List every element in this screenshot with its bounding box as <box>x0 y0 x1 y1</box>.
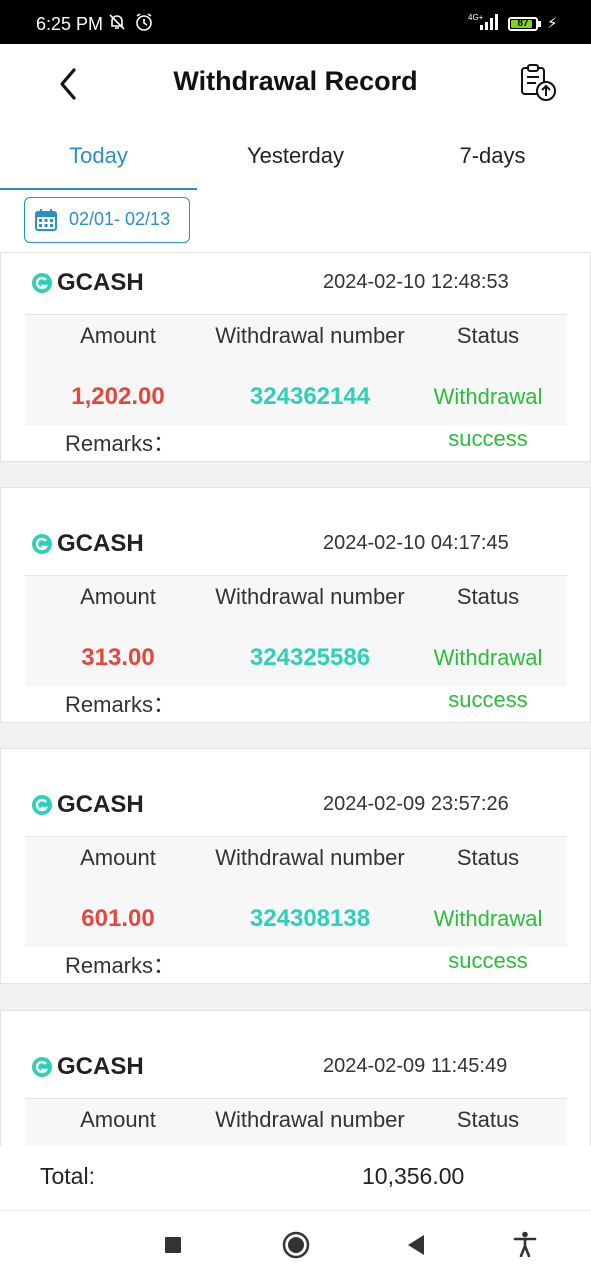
export-record-button[interactable] <box>518 62 560 104</box>
recents-square-icon <box>165 1237 181 1253</box>
amount-header: Amount <box>80 1107 156 1132</box>
battery-icon: 87 <box>508 17 538 31</box>
withdrawal-number-value: 324308138 <box>249 905 371 932</box>
status-header: Status <box>456 323 520 348</box>
status-header: Status <box>456 584 520 609</box>
payment-method: GCASH <box>57 530 144 557</box>
gcash-logo-icon <box>32 1057 52 1077</box>
bell-off-icon <box>107 12 127 37</box>
record-card: GCASH 2024-02-10 12:48:53 Amount Withdra… <box>0 252 591 462</box>
record-details: Amount Withdrawal number Status <box>25 1098 567 1146</box>
charging-bolt-icon: ⚡ <box>547 15 558 32</box>
period-tabs: Today Yesterday 7-days <box>0 122 591 191</box>
status-value: Withdrawal <box>433 906 543 931</box>
withdrawal-number-header: Withdrawal number <box>215 1107 405 1132</box>
remarks-label: Remarks： <box>65 692 176 717</box>
clipboard-upload-icon <box>521 64 556 101</box>
status-header: Status <box>456 845 520 870</box>
date-filter-bar: 02/01- 02/13 <box>0 190 591 252</box>
withdrawal-number-value: 324325586 <box>249 644 371 671</box>
accessibility-icon <box>513 1231 537 1258</box>
total-value: 10,356.00 <box>362 1163 465 1189</box>
total-label: Total: <box>40 1163 95 1189</box>
home-button[interactable] <box>282 1231 310 1264</box>
status-value-line2: success <box>448 687 528 712</box>
status-value: Withdrawal <box>433 384 543 409</box>
date-range-button[interactable]: 02/01- 02/13 <box>24 197 190 243</box>
withdrawal-number-header: Withdrawal number <box>215 845 405 870</box>
record-datetime: 2024-02-09 23:57:26 <box>323 793 509 815</box>
status-value: Withdrawal <box>433 645 543 670</box>
system-nav-bar <box>0 1210 591 1281</box>
accessibility-button[interactable] <box>513 1231 537 1262</box>
alarm-icon <box>134 12 154 37</box>
battery-level: 87 <box>517 18 529 29</box>
record-details: Amount Withdrawal number Status 601.00 3… <box>25 836 567 947</box>
status-bar: 6:25 PM 4G+ 87 ⚡ <box>0 0 591 44</box>
status-value-line2: success <box>448 426 528 451</box>
status-header: Status <box>456 1107 520 1132</box>
withdrawal-records-list[interactable]: GCASH 2024-02-10 12:48:53 Amount Withdra… <box>0 252 591 1146</box>
payment-method: GCASH <box>57 791 144 818</box>
tab-7-days[interactable]: 7-days <box>394 122 591 190</box>
remarks-label: Remarks： <box>65 431 176 456</box>
withdrawal-number-value: 324362144 <box>249 383 371 410</box>
page-title: Withdrawal Record <box>173 66 418 96</box>
amount-header: Amount <box>80 584 156 609</box>
withdrawal-number-header: Withdrawal number <box>215 323 405 348</box>
total-bar: Total: 10,356.00 <box>0 1146 591 1210</box>
gcash-logo-icon <box>32 534 52 554</box>
gcash-logo-icon <box>32 273 52 293</box>
amount-value: 313.00 <box>81 644 155 671</box>
record-details: Amount Withdrawal number Status 1,202.00… <box>25 314 567 425</box>
recents-button[interactable] <box>164 1236 182 1259</box>
remarks-label: Remarks： <box>65 953 176 978</box>
amount-header: Amount <box>80 323 156 348</box>
record-card: GCASH 2024-02-09 11:45:49 Amount Withdra… <box>0 1010 591 1146</box>
app-header: Withdrawal Record <box>0 44 591 122</box>
record-datetime: 2024-02-09 11:45:49 <box>323 1055 508 1077</box>
status-time: 6:25 PM <box>36 14 104 34</box>
status-value-line2: success <box>448 948 528 973</box>
date-range-label: 02/01- 02/13 <box>69 209 171 229</box>
home-circle-icon <box>282 1231 310 1259</box>
record-datetime: 2024-02-10 12:48:53 <box>323 271 509 293</box>
tab-today[interactable]: Today <box>0 122 197 190</box>
withdrawal-number-header: Withdrawal number <box>215 584 405 609</box>
back-triangle-icon <box>408 1235 424 1255</box>
calendar-icon <box>35 209 57 231</box>
payment-method: GCASH <box>57 1053 144 1080</box>
record-datetime: 2024-02-10 04:17:45 <box>323 532 509 554</box>
record-card: GCASH 2024-02-10 04:17:45 Amount Withdra… <box>0 487 591 723</box>
record-card: GCASH 2024-02-09 23:57:26 Amount Withdra… <box>0 748 591 984</box>
gcash-logo-icon <box>32 795 52 815</box>
back-nav-button[interactable] <box>406 1234 426 1261</box>
record-details: Amount Withdrawal number Status 313.00 3… <box>25 575 567 686</box>
battery-cap <box>538 21 541 27</box>
amount-value: 1,202.00 <box>71 383 165 410</box>
amount-value: 601.00 <box>81 905 155 932</box>
amount-header: Amount <box>80 845 156 870</box>
tab-yesterday[interactable]: Yesterday <box>197 122 394 190</box>
signal-icon <box>478 13 502 36</box>
payment-method: GCASH <box>57 269 144 296</box>
